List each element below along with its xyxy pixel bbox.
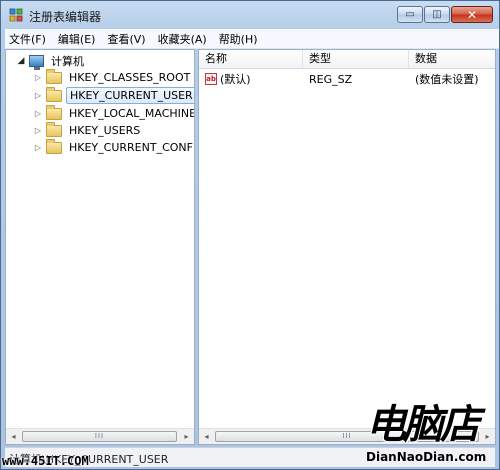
column-header-data[interactable]: 数据 bbox=[409, 50, 495, 68]
watermark-brand: 电脑店 bbox=[366, 402, 480, 448]
expand-arrow-icon[interactable]: ▷ bbox=[33, 109, 43, 118]
registry-editor-icon bbox=[9, 8, 23, 22]
scroll-left-arrow-icon[interactable]: ◂ bbox=[199, 429, 214, 444]
column-header-type[interactable]: 类型 bbox=[303, 50, 409, 68]
menu-help[interactable]: 帮助(H) bbox=[219, 31, 258, 47]
folder-icon bbox=[46, 121, 62, 137]
expand-arrow-icon[interactable]: ▷ bbox=[33, 73, 43, 82]
tree-label-computer: 计算机 bbox=[51, 54, 84, 68]
string-value-icon: ab bbox=[205, 73, 217, 85]
watermark-site-text: www.45IT.COM bbox=[2, 454, 89, 468]
close-icon: ✕ bbox=[466, 7, 478, 22]
minimize-button[interactable]: ▭ bbox=[397, 6, 423, 23]
tree-item-hkey-current-config[interactable]: ▷ HKEY_CURRENT_CONFIG bbox=[33, 138, 195, 156]
tree-label: HKEY_USERS bbox=[69, 124, 141, 137]
menu-bar: 文件(F) 编辑(E) 查看(V) 收藏夹(A) 帮助(H) bbox=[5, 29, 499, 49]
expand-arrow-icon[interactable]: ▷ bbox=[33, 91, 43, 100]
watermark-logo: 电脑店 DianNaoDian.com bbox=[362, 402, 500, 470]
minimize-icon: ▭ bbox=[405, 8, 415, 20]
menu-favorites[interactable]: 收藏夹(A) bbox=[158, 31, 207, 47]
close-button[interactable]: ✕ bbox=[451, 6, 493, 23]
collapse-arrow-icon[interactable]: ◢ bbox=[16, 56, 26, 66]
tree-label: HKEY_CURRENT_CONFIG bbox=[69, 141, 195, 154]
list-header: 名称 类型 数据 bbox=[199, 50, 495, 69]
tree-item-hkey-local-machine[interactable]: ▷ HKEY_LOCAL_MACHINE bbox=[33, 104, 195, 122]
tree-item-hkey-users[interactable]: ▷ HKEY_USERS bbox=[33, 121, 143, 139]
computer-icon bbox=[29, 54, 44, 70]
folder-icon bbox=[46, 86, 62, 102]
window-title: 注册表编辑器 bbox=[29, 10, 102, 24]
expand-arrow-icon[interactable]: ▷ bbox=[33, 126, 43, 135]
tree-label: HKEY_CLASSES_ROOT bbox=[69, 71, 191, 84]
tree-horizontal-scrollbar[interactable]: ◂ III ▸ bbox=[6, 428, 194, 444]
folder-icon bbox=[46, 104, 62, 120]
key-tree-pane[interactable]: ◢ 计算机 ▷ HKEY_CLASSES_ROOT ▷ HKEY_CURRENT… bbox=[5, 49, 195, 445]
expand-arrow-icon[interactable]: ▷ bbox=[33, 143, 43, 152]
column-header-name[interactable]: 名称 bbox=[199, 50, 303, 68]
scroll-thumb[interactable]: III bbox=[22, 431, 177, 442]
folder-icon bbox=[46, 138, 62, 154]
caption-buttons: ▭ ◫ ✕ bbox=[396, 6, 493, 24]
tree-item-computer[interactable]: ◢ 计算机 bbox=[16, 52, 87, 70]
tree-item-hkey-current-user[interactable]: ▷ HKEY_CURRENT_USER bbox=[33, 86, 194, 104]
menu-view[interactable]: 查看(V) bbox=[107, 31, 145, 47]
tree-label: HKEY_LOCAL_MACHINE bbox=[69, 107, 195, 120]
menu-edit[interactable]: 编辑(E) bbox=[58, 31, 96, 47]
value-type: REG_SZ bbox=[309, 73, 353, 86]
scroll-right-arrow-icon[interactable]: ▸ bbox=[179, 429, 194, 444]
value-data: (数值未设置) bbox=[415, 73, 479, 86]
tree-label-selected: HKEY_CURRENT_USER bbox=[66, 87, 194, 104]
scroll-left-arrow-icon[interactable]: ◂ bbox=[6, 429, 21, 444]
tree-item-hkey-classes-root[interactable]: ▷ HKEY_CLASSES_ROOT bbox=[33, 68, 193, 86]
folder-icon bbox=[46, 68, 62, 84]
value-name: (默认) bbox=[220, 73, 251, 86]
watermark-brand-site: DianNaoDian.com bbox=[366, 450, 487, 464]
value-row[interactable]: ab (默认) REG_SZ (数值未设置) bbox=[199, 71, 495, 88]
values-pane[interactable]: 名称 类型 数据 ab (默认) REG_SZ (数值未设置) ◂ III ▸ bbox=[198, 49, 496, 445]
registry-editor-window: 注册表编辑器 ▭ ◫ ✕ 文件(F) 编辑(E) 查看(V) 收藏夹(A) 帮助… bbox=[0, 0, 500, 470]
maximize-button[interactable]: ◫ bbox=[424, 6, 450, 23]
maximize-icon: ◫ bbox=[432, 8, 442, 20]
menu-file[interactable]: 文件(F) bbox=[9, 31, 46, 47]
title-bar[interactable]: 注册表编辑器 ▭ ◫ ✕ bbox=[1, 1, 499, 29]
